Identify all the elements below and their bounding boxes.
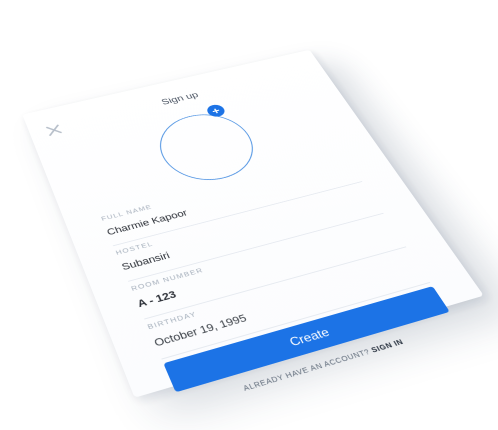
signin-link[interactable]: SIGN IN bbox=[370, 339, 405, 355]
signup-screen: Sign up + FULL NAME Charmie Kapoor HOSTE… bbox=[22, 49, 484, 398]
stage: Sign up + FULL NAME Charmie Kapoor HOSTE… bbox=[0, 0, 498, 430]
